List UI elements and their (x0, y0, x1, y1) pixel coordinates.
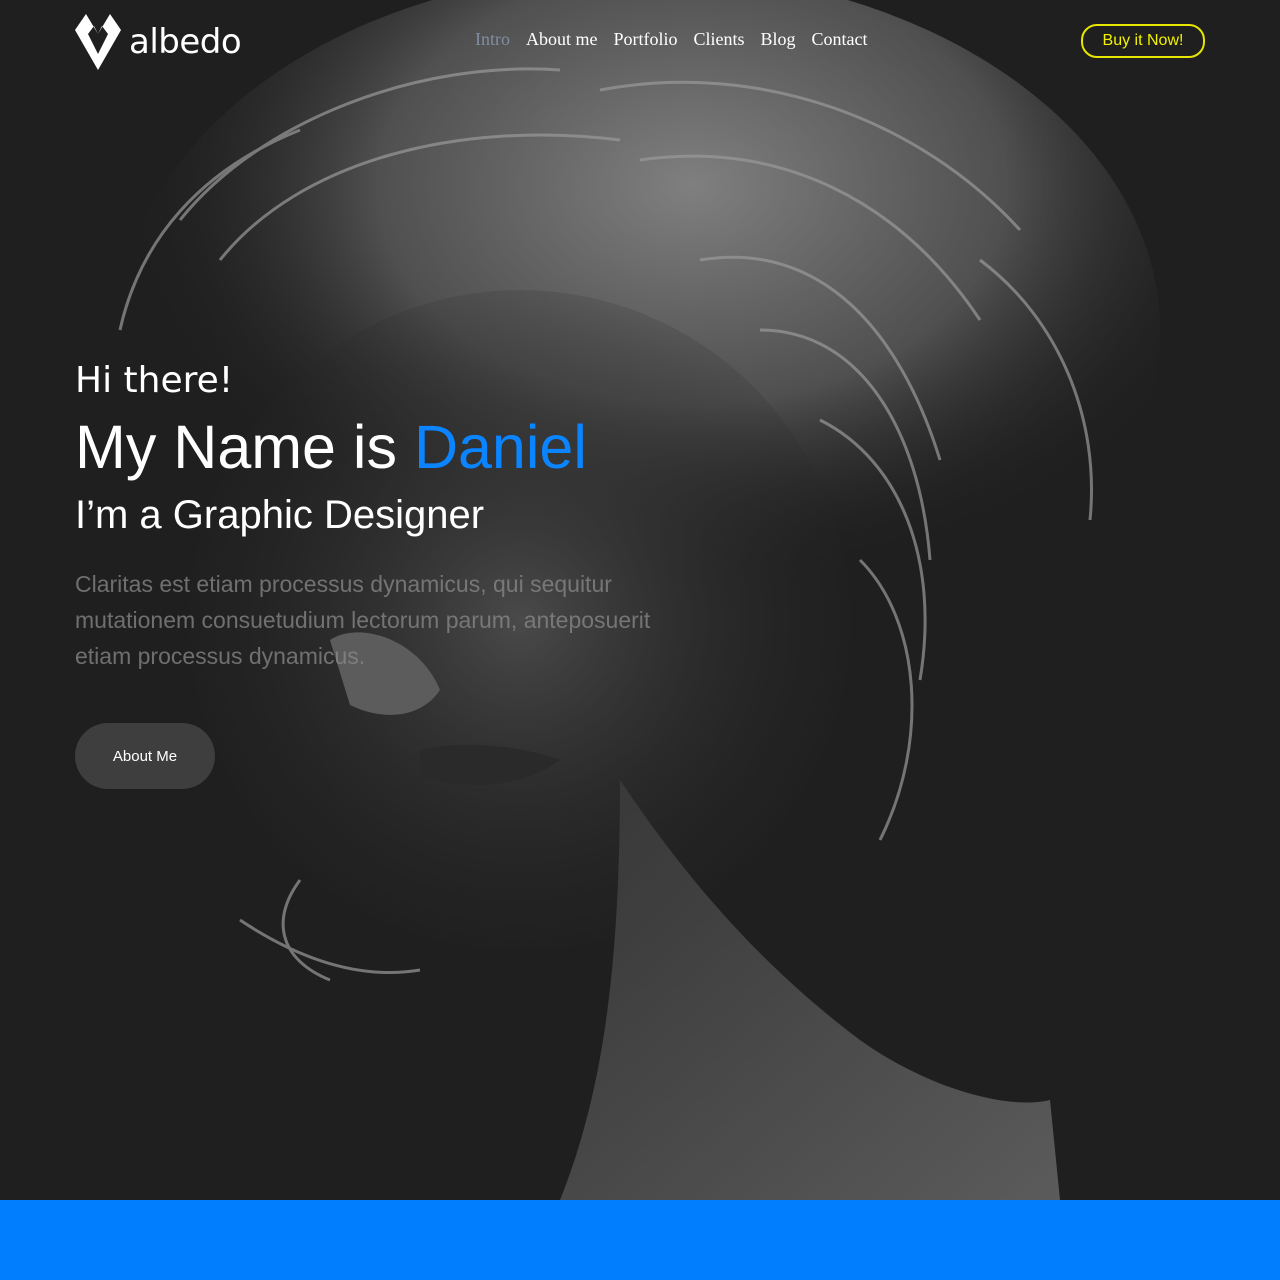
nav-item-contact[interactable]: Contact (812, 29, 868, 50)
hero-greeting: Hi there! (75, 360, 234, 401)
hero-headline: My Name is Daniel (75, 412, 587, 482)
nav-item-portfolio[interactable]: Portfolio (614, 29, 678, 50)
nav-item-about-me[interactable]: About me (526, 29, 598, 50)
hero-section: albedo Intro About me Portfolio Clients … (0, 0, 1280, 1200)
buy-now-button[interactable]: Buy it Now! (1081, 24, 1205, 58)
next-section-band (0, 1200, 1280, 1280)
headline-prefix: My Name is (75, 413, 414, 481)
nav-item-intro[interactable]: Intro (475, 29, 510, 50)
main-nav: Intro About me Portfolio Clients Blog Co… (475, 29, 868, 50)
brand-name: albedo (129, 22, 242, 62)
albedo-logo-icon (75, 14, 121, 70)
headline-name: Daniel (413, 413, 587, 481)
hero-intro-text: Claritas est etiam processus dynamicus, … (75, 571, 651, 669)
brand-logo[interactable]: albedo (75, 14, 242, 70)
hero-subhead: I’m a Graphic Designer (75, 493, 485, 537)
about-me-button[interactable]: About Me (75, 723, 215, 789)
site-header: albedo Intro About me Portfolio Clients … (0, 0, 1280, 80)
nav-item-clients[interactable]: Clients (694, 29, 745, 50)
nav-item-blog[interactable]: Blog (761, 29, 796, 50)
